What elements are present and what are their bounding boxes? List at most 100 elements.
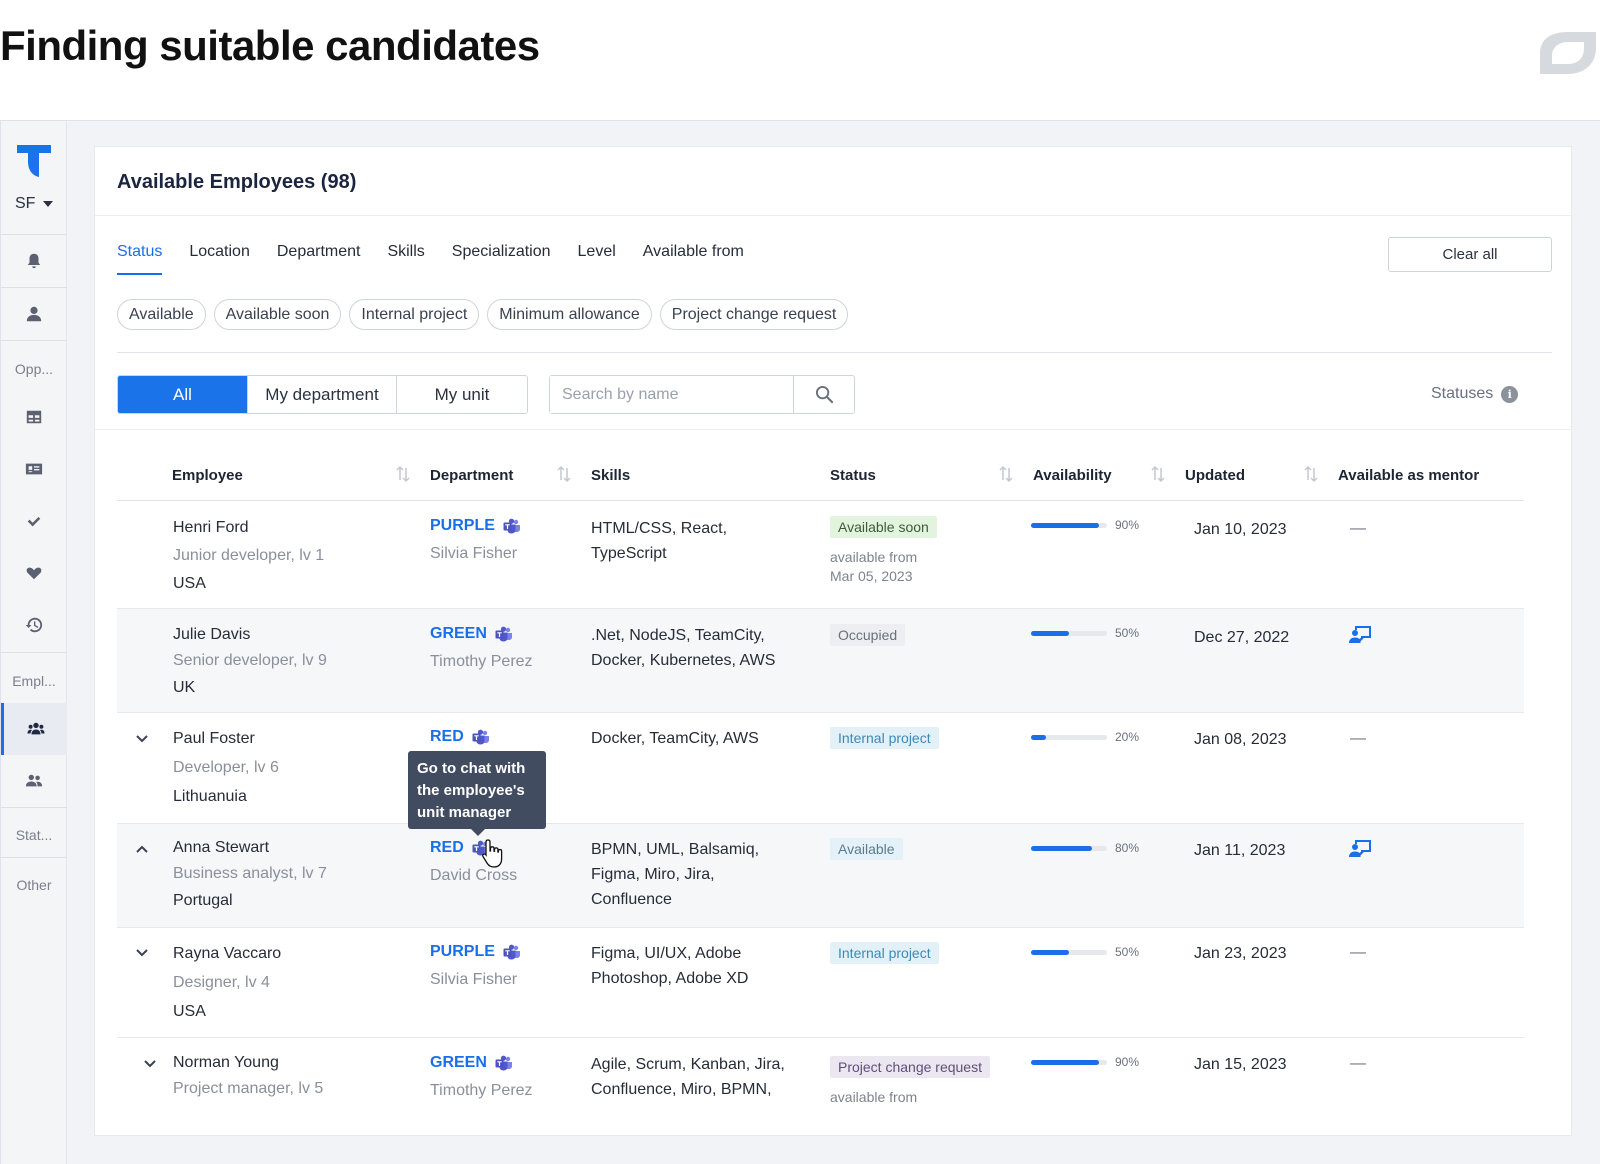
department-link[interactable]: GREEN [430,621,533,646]
sidebar-item-favorites[interactable] [1,547,67,599]
department-link[interactable]: RED [430,724,490,749]
column-department: Department [430,467,514,484]
availability-bar [1031,1060,1107,1065]
tab-level[interactable]: Level [578,243,616,275]
department-link[interactable]: GREEN [430,1050,533,1075]
availability-percent: 80% [1115,841,1140,855]
employee-name[interactable]: Norman Young [173,1050,323,1075]
search-icon [815,385,833,404]
department-link[interactable]: PURPLE [430,513,521,538]
sort-icon[interactable] [396,465,410,483]
employee-name[interactable]: Anna Stewart [173,835,327,860]
sidebar-item-notifications[interactable] [1,235,67,287]
teams-chat-icon[interactable] [495,626,513,642]
updated-date: Jan 15, 2023 [1194,1056,1287,1073]
sidebar-item-table[interactable] [1,391,67,443]
chevron-down-icon[interactable] [135,948,149,958]
scope-all-button[interactable]: All [118,376,248,413]
tab-department[interactable]: Department [277,243,361,275]
teams-chat-icon[interactable] [472,729,490,745]
availability-bar [1031,735,1107,740]
table-row[interactable]: Julie Davis Senior developer, lv 9 UK GR… [117,609,1524,713]
search-input[interactable] [550,376,794,413]
org-label: SF [15,195,36,212]
employee-role: Junior developer, lv 1 [173,547,325,564]
users-icon [25,774,43,787]
bell-icon [27,253,41,269]
available-from-date: Mar 05, 2023 [830,568,913,584]
sidebar-item-history[interactable] [1,599,67,651]
chip-minimum-allowance[interactable]: Minimum allowance [487,299,652,330]
table-row[interactable]: Henri Ford Junior developer, lv 1 USA PU… [117,501,1524,609]
employee-name[interactable]: Julie Davis [173,622,327,647]
chip-internal-project[interactable]: Internal project [349,299,480,330]
skills-line: Figma, Miro, Jira, [591,866,715,883]
teams-chat-icon[interactable] [503,944,521,960]
sidebar-item-cards[interactable] [1,443,67,495]
chip-available[interactable]: Available [117,299,206,330]
sidebar-item-available-employees[interactable] [1,703,67,755]
employee-name[interactable]: Rayna Vaccaro [173,941,281,966]
sidebar-item-team[interactable] [1,755,67,807]
sort-icon[interactable] [1151,465,1165,483]
availability-fill [1031,523,1100,528]
statuses-label: Statuses [1431,385,1494,402]
table-row[interactable]: Norman Young Project manager, lv 5 GREEN… [117,1038,1524,1135]
employee-name[interactable]: Paul Foster [173,726,279,751]
table-header: Employee Department Skills Status Availa… [117,455,1524,501]
status-badge: Available soon [830,516,937,538]
tab-status[interactable]: Status [117,243,163,275]
status-chips: Available Available soon Internal projec… [117,299,849,330]
table-row[interactable]: Rayna Vaccaro Designer, lv 4 USA PURPLE … [117,928,1524,1038]
sort-icon[interactable] [1304,465,1318,483]
clear-all-button[interactable]: Clear all [1388,237,1552,272]
filter-tabs: Status Location Department Skills Specia… [117,243,744,275]
unit-manager: Silvia Fisher [430,971,518,988]
app-logo-icon[interactable] [15,141,53,179]
tab-skills[interactable]: Skills [387,243,424,275]
tab-available-from[interactable]: Available from [643,243,744,275]
card-title: Available Employees (98) [117,171,357,193]
sort-icon[interactable] [999,465,1013,483]
rail-section-other[interactable]: Other [1,877,67,893]
teams-chat-icon[interactable] [495,1055,513,1071]
scope-my-department-button[interactable]: My department [248,376,397,413]
mentor-icon[interactable] [1349,624,1373,644]
availability-fill [1031,631,1069,636]
table-row[interactable]: Paul Foster Developer, lv 6 Lithuanuia R… [117,713,1524,824]
sidebar-item-approved[interactable] [1,495,67,547]
teams-chat-icon[interactable] [503,518,521,534]
mentor-icon[interactable] [1349,838,1373,858]
org-switcher[interactable]: SF [15,195,54,213]
chevron-down-icon[interactable] [135,734,149,744]
search-button[interactable] [793,376,854,413]
chevron-down-icon[interactable] [143,1059,157,1069]
column-available-as-mentor: Available as mentor [1338,467,1480,484]
sidebar-item-profile[interactable] [1,288,67,340]
statuses-legend[interactable]: Statuses i [1431,385,1519,403]
brand-leaf-icon [1540,32,1596,74]
availability-percent: 20% [1115,730,1140,744]
tab-specialization[interactable]: Specialization [452,243,551,275]
availability-percent: 90% [1115,1055,1140,1069]
table-row[interactable]: Anna Stewart Business analyst, lv 7 Port… [117,824,1524,928]
department-name: RED [430,728,464,745]
scope-my-unit-button[interactable]: My unit [397,376,527,413]
chip-project-change-request[interactable]: Project change request [659,299,849,330]
tab-location[interactable]: Location [189,243,250,275]
search-box [549,375,855,414]
sort-icon[interactable] [557,465,571,483]
user-icon [26,306,42,322]
rail-divider [1,807,67,808]
department-name: PURPLE [430,517,495,534]
chip-available-soon[interactable]: Available soon [213,299,342,330]
heart-icon [26,567,42,580]
mentor-empty: — [1350,944,1366,961]
chevron-up-icon[interactable] [135,844,149,854]
employee-name[interactable]: Henri Ford [173,515,324,540]
updated-date: Jan 23, 2023 [1194,945,1287,962]
skills-line: HTML/CSS, React, [591,520,728,537]
availability-bar [1031,631,1107,636]
department-link[interactable]: PURPLE [430,939,521,964]
employee-country: Lithuanuia [173,788,247,805]
